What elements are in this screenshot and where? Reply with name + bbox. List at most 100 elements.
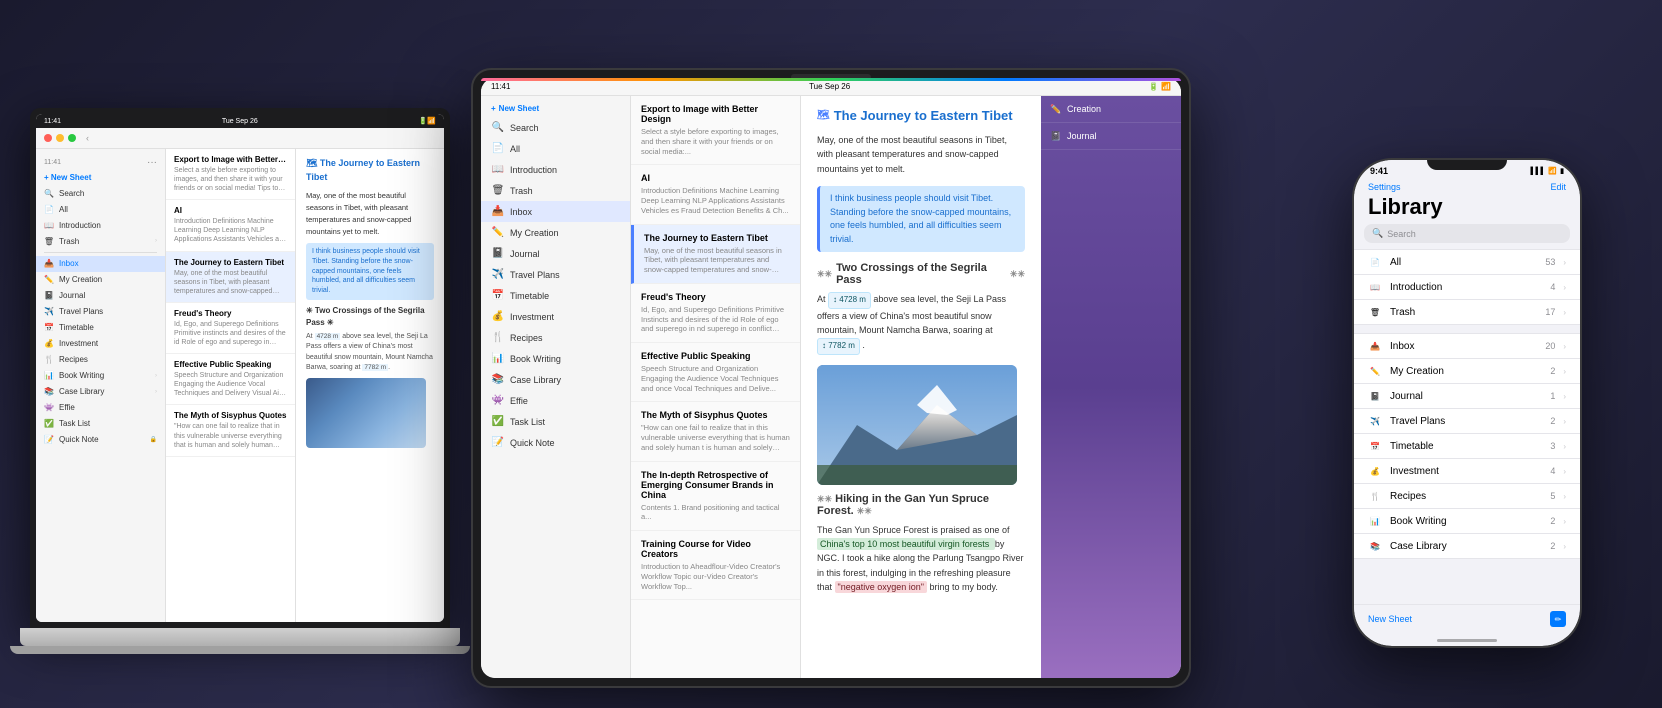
sidebar-item-recipes[interactable]: 🍴 Recipes: [36, 352, 165, 368]
ipad-sidebar-trash[interactable]: 🗑 Trash: [481, 180, 630, 201]
ipad-note-title-tibet: The Journey to Eastern Tibet: [644, 233, 790, 243]
mac-minimize-dot[interactable]: [56, 134, 64, 142]
ipad-note-ai[interactable]: AI Introduction Definitions Machine Lear…: [631, 165, 800, 224]
ipad-sidebar-investment[interactable]: 💰 Investment: [481, 306, 630, 327]
mac-back-chevron[interactable]: ‹: [86, 133, 89, 143]
ipad-recipes-label: Recipes: [510, 333, 620, 343]
ipad-sidebar-my-creation[interactable]: ✏️ My Creation: [481, 222, 630, 243]
segrila-dots-right: ✳✳: [1010, 269, 1025, 280]
iphone-item-case-library[interactable]: 📚 Case Library 2 ›: [1354, 534, 1580, 559]
iphone-item-journal[interactable]: 📓 Journal 1 ›: [1354, 384, 1580, 409]
ipad-sidebar-task-list[interactable]: ✅ Task List: [481, 411, 630, 432]
ipad-search-label: Search: [510, 123, 620, 133]
iphone-item-investment[interactable]: 💰 Investment 4 ›: [1354, 459, 1580, 484]
ipad-sidebar-search[interactable]: 🔍 Search: [481, 117, 630, 138]
ipad-hiking-text: The Gan Yun Spruce Forest is praised as …: [817, 523, 1025, 595]
ipad-sidebar-introduction[interactable]: 📖 Introduction: [481, 159, 630, 180]
iphone-item-my-creation[interactable]: ✏️ My Creation 2 ›: [1354, 359, 1580, 384]
ipad-journal-label: Journal: [510, 249, 620, 259]
iphone-journal-chevron: ›: [1563, 392, 1566, 401]
iphone-section-1: 📄 All 53 › 📖 Introduction 4 › 🗑 Trash: [1354, 249, 1580, 325]
sidebar-item-journal[interactable]: 📓 Journal: [36, 288, 165, 304]
ipad-panel-creation[interactable]: ✏️ Creation: [1041, 96, 1181, 123]
sidebar-item-my-creation[interactable]: ✏️ My Creation: [36, 272, 165, 288]
ipad-sidebar-all[interactable]: 📄 All: [481, 138, 630, 159]
mac-note-sisyphus[interactable]: The Myth of Sisyphus Quotes "How can one…: [166, 405, 295, 456]
wifi-icon: 📶: [1548, 167, 1557, 175]
macbook-new-sheet-button[interactable]: + New Sheet: [36, 170, 165, 185]
all-icon: 📄: [44, 204, 54, 214]
iphone-item-inbox[interactable]: 📥 Inbox 20 ›: [1354, 333, 1580, 359]
sidebar-item-book-writing[interactable]: 📊 Book Writing ›: [36, 368, 165, 384]
ipad-sidebar-effie[interactable]: 👾 Effie: [481, 390, 630, 411]
ipad-note-sisyphus[interactable]: The Myth of Sisyphus Quotes "How can one…: [631, 402, 800, 461]
iphone-item-trash[interactable]: 🗑 Trash 17 ›: [1354, 300, 1580, 325]
iphone-compose-icon[interactable]: ✏: [1550, 611, 1566, 627]
sidebar-item-task-list[interactable]: ✅ Task List: [36, 416, 165, 432]
panel-journal-label: Journal: [1067, 131, 1171, 141]
sidebar-item-case-library[interactable]: 📚 Case Library ›: [36, 384, 165, 400]
iphone-settings-button[interactable]: Settings: [1368, 182, 1401, 192]
ipad-sidebar-header: + New Sheet: [481, 100, 630, 117]
sidebar-item-search[interactable]: 🔍 Search: [36, 185, 165, 201]
ipad-note-export[interactable]: Export to Image with Better Design Selec…: [631, 96, 800, 165]
timetable-icon: 📅: [491, 290, 505, 301]
mac-note-ai[interactable]: AI Introduction Definitions Machine Lear…: [166, 200, 295, 251]
mac-note-tibet[interactable]: The Journey to Eastern Tibet May, one of…: [166, 252, 295, 303]
sidebar-item-inbox[interactable]: 📥 Inbox: [36, 256, 165, 272]
sidebar-item-travel-plans[interactable]: ✈️ Travel Plans: [36, 304, 165, 320]
trash-icon: 🗑: [44, 236, 54, 246]
sidebar-item-all[interactable]: 📄 All: [36, 201, 165, 217]
iphone-all-chevron: ›: [1563, 258, 1566, 267]
ipad-sidebar-inbox[interactable]: 📥 Inbox: [481, 201, 630, 222]
ipad-note-video[interactable]: Training Course for Video Creators Intro…: [631, 531, 800, 600]
sidebar-item-introduction[interactable]: 📖 Introduction: [36, 217, 165, 233]
ipad-sidebar-recipes[interactable]: 🍴 Recipes: [481, 327, 630, 348]
ipad-sidebar-travel-plans[interactable]: ✈️ Travel Plans: [481, 264, 630, 285]
iphone-item-book-writing[interactable]: 📊 Book Writing 2 ›: [1354, 509, 1580, 534]
ipad-note-tibet[interactable]: The Journey to Eastern Tibet May, one of…: [631, 225, 800, 284]
iphone-item-travel-plans[interactable]: ✈️ Travel Plans 2 ›: [1354, 409, 1580, 434]
sidebar-label-my-creation: My Creation: [59, 275, 157, 284]
iphone-section-2: 📥 Inbox 20 › ✏️ My Creation 2 › 📓 Journa…: [1354, 333, 1580, 559]
ipad-sidebar-book-writing[interactable]: 📊 Book Writing: [481, 348, 630, 369]
iphone-item-introduction[interactable]: 📖 Introduction 4 ›: [1354, 275, 1580, 300]
sidebar-item-trash[interactable]: 🗑 Trash ›: [36, 233, 165, 249]
iphone-search-bar[interactable]: 🔍 Search: [1364, 224, 1570, 243]
segrila-dots-left: ✳✳: [817, 269, 832, 280]
ipad-sidebar-quick-note[interactable]: 📝 Quick Note: [481, 432, 630, 453]
iphone-edit-button[interactable]: Edit: [1550, 182, 1566, 192]
sidebar-item-investment[interactable]: 💰 Investment: [36, 336, 165, 352]
introduction-icon: 📖: [491, 164, 505, 175]
mac-fullscreen-dot[interactable]: [68, 134, 76, 142]
iphone-journal-count: 1: [1550, 391, 1555, 401]
sidebar-item-effie[interactable]: 👾 Effie: [36, 400, 165, 416]
macbook-device: 11:41 Tue Sep 26 🔋📶 ‹ 11:41: [30, 108, 450, 678]
mac-note-freud[interactable]: Freud's Theory Id, Ego, and Superego Def…: [166, 303, 295, 354]
ipad-note-speaking[interactable]: Effective Public Speaking Speech Structu…: [631, 343, 800, 402]
iphone-inbox-chevron: ›: [1563, 342, 1566, 351]
mac-close-dot[interactable]: [44, 134, 52, 142]
mac-note-export[interactable]: Export to Image with Better Design Selec…: [166, 149, 295, 200]
ipad-sidebar-case-library[interactable]: 📚 Case Library: [481, 369, 630, 390]
iphone-notch: [1427, 160, 1507, 170]
iphone-item-recipes[interactable]: 🍴 Recipes 5 ›: [1354, 484, 1580, 509]
ipad-note-freud[interactable]: Freud's Theory Id, Ego, and Superego Def…: [631, 284, 800, 343]
mac-note-speaking[interactable]: Effective Public Speaking Speech Structu…: [166, 354, 295, 405]
panel-journal-icon: 📓: [1051, 131, 1061, 141]
iphone-investment-chevron: ›: [1563, 467, 1566, 476]
ipad-panel-journal[interactable]: 📓 Journal: [1041, 123, 1181, 150]
sidebar-item-quick-note[interactable]: 📝 Quick Note 🔒: [36, 432, 165, 448]
ipad-sidebar-journal[interactable]: 📓 Journal: [481, 243, 630, 264]
macbook-more-icon[interactable]: ···: [147, 157, 157, 168]
ipad-note-consumer[interactable]: The In-depth Retrospective of Emerging C…: [631, 462, 800, 532]
ipad-new-sheet-button[interactable]: + New Sheet: [491, 104, 539, 113]
sidebar-item-timetable[interactable]: 📅 Timetable: [36, 320, 165, 336]
sidebar-divider: [44, 252, 157, 253]
iphone-new-sheet-button[interactable]: New Sheet: [1368, 614, 1412, 624]
iphone-item-timetable[interactable]: 📅 Timetable 3 ›: [1354, 434, 1580, 459]
iphone-item-all[interactable]: 📄 All 53 ›: [1354, 249, 1580, 275]
iphone-timetable-label: Timetable: [1390, 441, 1542, 452]
ipad-sidebar-timetable[interactable]: 📅 Timetable: [481, 285, 630, 306]
iphone-book-writing-count: 2: [1550, 516, 1555, 526]
